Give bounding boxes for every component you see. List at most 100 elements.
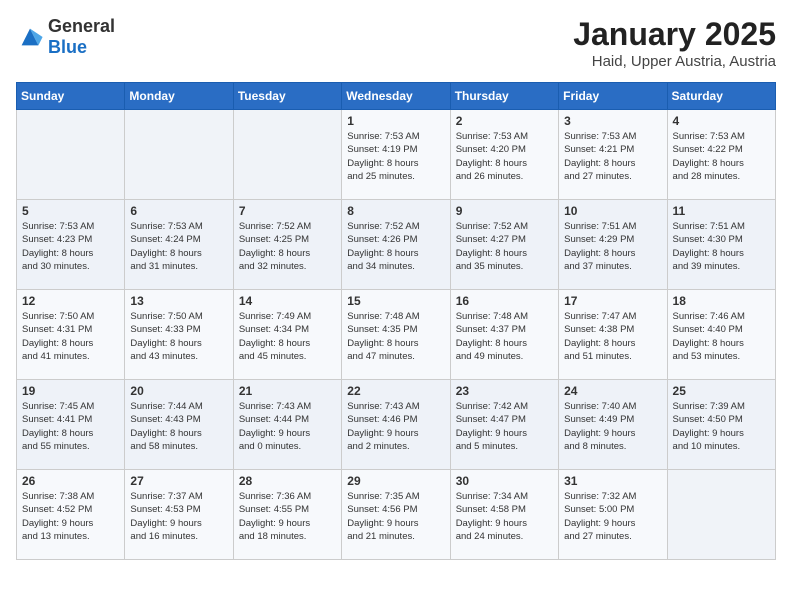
day-info: Sunrise: 7:36 AM Sunset: 4:55 PM Dayligh… bbox=[239, 490, 336, 543]
day-info: Sunrise: 7:53 AM Sunset: 4:22 PM Dayligh… bbox=[673, 130, 770, 183]
day-number: 29 bbox=[347, 474, 444, 488]
day-info: Sunrise: 7:39 AM Sunset: 4:50 PM Dayligh… bbox=[673, 400, 770, 453]
day-number: 25 bbox=[673, 384, 770, 398]
calendar-week-5: 26 Sunrise: 7:38 AM Sunset: 4:52 PM Dayli… bbox=[17, 470, 776, 560]
day-number: 5 bbox=[22, 204, 119, 218]
calendar-week-3: 12 Sunrise: 7:50 AM Sunset: 4:31 PM Dayli… bbox=[17, 290, 776, 380]
calendar-cell: 8Sunrise: 7:52 AM Sunset: 4:26 PM Daylig… bbox=[342, 200, 450, 290]
day-number: 2 bbox=[456, 114, 553, 128]
day-number: 15 bbox=[347, 294, 444, 308]
calendar-cell: 12 Sunrise: 7:50 AM Sunset: 4:31 PM Dayli… bbox=[17, 290, 125, 380]
day-number: 12 bbox=[22, 294, 119, 308]
day-info: Sunrise: 7:48 AM Sunset: 4:37 PM Dayligh… bbox=[456, 310, 553, 363]
calendar-cell bbox=[667, 470, 775, 560]
calendar-cell: 22Sunrise: 7:43 AM Sunset: 4:46 PM Dayli… bbox=[342, 380, 450, 470]
day-info: Sunrise: 7:45 AM Sunset: 4:41 PM Dayligh… bbox=[22, 400, 119, 453]
day-number: 3 bbox=[564, 114, 661, 128]
day-info: Sunrise: 7:49 AM Sunset: 4:34 PM Dayligh… bbox=[239, 310, 336, 363]
calendar-cell: 18 Sunrise: 7:46 AM Sunset: 4:40 PM Dayli… bbox=[667, 290, 775, 380]
day-info: Sunrise: 7:44 AM Sunset: 4:43 PM Dayligh… bbox=[130, 400, 227, 453]
calendar-cell: 14 Sunrise: 7:49 AM Sunset: 4:34 PM Dayli… bbox=[233, 290, 341, 380]
calendar-cell: 10 Sunrise: 7:51 AM Sunset: 4:29 PM Dayli… bbox=[559, 200, 667, 290]
calendar-week-2: 5 Sunrise: 7:53 AM Sunset: 4:23 PM Daylig… bbox=[17, 200, 776, 290]
calendar-cell bbox=[125, 110, 233, 200]
calendar-cell: 24 Sunrise: 7:40 AM Sunset: 4:49 PM Dayli… bbox=[559, 380, 667, 470]
day-info: Sunrise: 7:50 AM Sunset: 4:31 PM Dayligh… bbox=[22, 310, 119, 363]
calendar-cell: 2 Sunrise: 7:53 AM Sunset: 4:20 PM Daylig… bbox=[450, 110, 558, 200]
day-number: 14 bbox=[239, 294, 336, 308]
day-number: 13 bbox=[130, 294, 227, 308]
day-number: 30 bbox=[456, 474, 553, 488]
page-header: General Blue January 2025 Haid, Upper Au… bbox=[16, 16, 776, 70]
calendar-cell: 13 Sunrise: 7:50 AM Sunset: 4:33 PM Dayli… bbox=[125, 290, 233, 380]
day-info: Sunrise: 7:43 AM Sunset: 4:44 PM Dayligh… bbox=[239, 400, 336, 453]
calendar-cell: 26 Sunrise: 7:38 AM Sunset: 4:52 PM Dayli… bbox=[17, 470, 125, 560]
weekday-header-row: SundayMondayTuesdayWednesdayThursdayFrid… bbox=[17, 83, 776, 110]
calendar-cell: 29 Sunrise: 7:35 AM Sunset: 4:56 PM Dayli… bbox=[342, 470, 450, 560]
day-number: 21 bbox=[239, 384, 336, 398]
day-info: Sunrise: 7:53 AM Sunset: 4:23 PM Dayligh… bbox=[22, 220, 119, 273]
calendar-cell: 3Sunrise: 7:53 AM Sunset: 4:21 PM Daylig… bbox=[559, 110, 667, 200]
logo-blue: Blue bbox=[48, 37, 87, 57]
day-number: 22 bbox=[347, 384, 444, 398]
day-number: 16 bbox=[456, 294, 553, 308]
day-info: Sunrise: 7:35 AM Sunset: 4:56 PM Dayligh… bbox=[347, 490, 444, 543]
day-number: 24 bbox=[564, 384, 661, 398]
day-number: 31 bbox=[564, 474, 661, 488]
day-info: Sunrise: 7:46 AM Sunset: 4:40 PM Dayligh… bbox=[673, 310, 770, 363]
day-info: Sunrise: 7:53 AM Sunset: 4:24 PM Dayligh… bbox=[130, 220, 227, 273]
calendar-cell: 17Sunrise: 7:47 AM Sunset: 4:38 PM Dayli… bbox=[559, 290, 667, 380]
logo-general: General bbox=[48, 16, 115, 36]
calendar-cell: 19 Sunrise: 7:45 AM Sunset: 4:41 PM Dayli… bbox=[17, 380, 125, 470]
weekday-header-wednesday: Wednesday bbox=[342, 83, 450, 110]
calendar-cell: 25 Sunrise: 7:39 AM Sunset: 4:50 PM Dayli… bbox=[667, 380, 775, 470]
calendar-cell: 21 Sunrise: 7:43 AM Sunset: 4:44 PM Dayli… bbox=[233, 380, 341, 470]
day-info: Sunrise: 7:51 AM Sunset: 4:29 PM Dayligh… bbox=[564, 220, 661, 273]
weekday-header-monday: Monday bbox=[125, 83, 233, 110]
day-info: Sunrise: 7:47 AM Sunset: 4:38 PM Dayligh… bbox=[564, 310, 661, 363]
weekday-header-sunday: Sunday bbox=[17, 83, 125, 110]
day-number: 9 bbox=[456, 204, 553, 218]
calendar-week-1: 1Sunrise: 7:53 AM Sunset: 4:19 PM Daylig… bbox=[17, 110, 776, 200]
calendar-cell: 31 Sunrise: 7:32 AM Sunset: 5:00 PM Dayli… bbox=[559, 470, 667, 560]
day-number: 26 bbox=[22, 474, 119, 488]
day-number: 28 bbox=[239, 474, 336, 488]
calendar-cell: 27 Sunrise: 7:37 AM Sunset: 4:53 PM Dayli… bbox=[125, 470, 233, 560]
day-number: 6 bbox=[130, 204, 227, 218]
weekday-header-friday: Friday bbox=[559, 83, 667, 110]
calendar-cell: 7 Sunrise: 7:52 AM Sunset: 4:25 PM Daylig… bbox=[233, 200, 341, 290]
calendar-cell: 11 Sunrise: 7:51 AM Sunset: 4:30 PM Dayli… bbox=[667, 200, 775, 290]
location-title: Haid, Upper Austria, Austria bbox=[573, 53, 776, 70]
day-info: Sunrise: 7:42 AM Sunset: 4:47 PM Dayligh… bbox=[456, 400, 553, 453]
day-info: Sunrise: 7:32 AM Sunset: 5:00 PM Dayligh… bbox=[564, 490, 661, 543]
day-info: Sunrise: 7:38 AM Sunset: 4:52 PM Dayligh… bbox=[22, 490, 119, 543]
day-info: Sunrise: 7:50 AM Sunset: 4:33 PM Dayligh… bbox=[130, 310, 227, 363]
calendar-cell: 16 Sunrise: 7:48 AM Sunset: 4:37 PM Dayli… bbox=[450, 290, 558, 380]
day-number: 27 bbox=[130, 474, 227, 488]
title-block: January 2025 Haid, Upper Austria, Austri… bbox=[573, 16, 776, 70]
calendar-cell: 9 Sunrise: 7:52 AM Sunset: 4:27 PM Daylig… bbox=[450, 200, 558, 290]
calendar-week-4: 19 Sunrise: 7:45 AM Sunset: 4:41 PM Dayli… bbox=[17, 380, 776, 470]
day-number: 11 bbox=[673, 204, 770, 218]
day-number: 10 bbox=[564, 204, 661, 218]
logo: General Blue bbox=[16, 16, 115, 58]
day-info: Sunrise: 7:51 AM Sunset: 4:30 PM Dayligh… bbox=[673, 220, 770, 273]
calendar-cell: 6 Sunrise: 7:53 AM Sunset: 4:24 PM Daylig… bbox=[125, 200, 233, 290]
calendar-cell: 23 Sunrise: 7:42 AM Sunset: 4:47 PM Dayli… bbox=[450, 380, 558, 470]
month-title: January 2025 bbox=[573, 16, 776, 53]
day-number: 18 bbox=[673, 294, 770, 308]
calendar-table: SundayMondayTuesdayWednesdayThursdayFrid… bbox=[16, 82, 776, 560]
day-number: 4 bbox=[673, 114, 770, 128]
weekday-header-saturday: Saturday bbox=[667, 83, 775, 110]
logo-icon bbox=[16, 23, 44, 51]
day-info: Sunrise: 7:52 AM Sunset: 4:27 PM Dayligh… bbox=[456, 220, 553, 273]
day-info: Sunrise: 7:52 AM Sunset: 4:25 PM Dayligh… bbox=[239, 220, 336, 273]
day-info: Sunrise: 7:53 AM Sunset: 4:20 PM Dayligh… bbox=[456, 130, 553, 183]
day-info: Sunrise: 7:40 AM Sunset: 4:49 PM Dayligh… bbox=[564, 400, 661, 453]
day-info: Sunrise: 7:37 AM Sunset: 4:53 PM Dayligh… bbox=[130, 490, 227, 543]
day-number: 19 bbox=[22, 384, 119, 398]
day-number: 1 bbox=[347, 114, 444, 128]
calendar-cell: 4 Sunrise: 7:53 AM Sunset: 4:22 PM Daylig… bbox=[667, 110, 775, 200]
day-number: 23 bbox=[456, 384, 553, 398]
day-number: 7 bbox=[239, 204, 336, 218]
